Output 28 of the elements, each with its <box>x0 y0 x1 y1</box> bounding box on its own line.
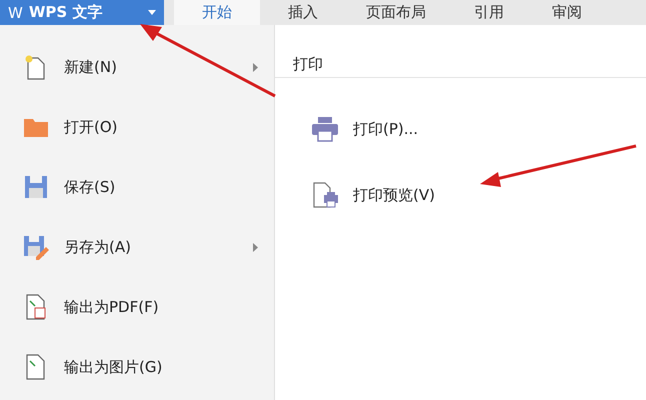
print-preview-icon <box>311 181 339 209</box>
submenu-item[interactable]: 打印(P)... <box>275 96 646 162</box>
menu-item-label: 另存为(A) <box>64 238 132 256</box>
ribbon-tab[interactable]: 开始 <box>174 0 260 25</box>
menu-item-label: 打开(O) <box>64 118 119 136</box>
submenu-arrow-icon <box>253 242 258 252</box>
menu-item-label: 输出为PDF(F) <box>64 298 160 316</box>
menu-item[interactable]: 另存为(A) <box>0 217 274 277</box>
printer-icon <box>311 116 339 142</box>
save-icon <box>22 173 50 201</box>
menu-item[interactable]: 保存(S) <box>0 157 274 217</box>
submenu-title: 打印 <box>292 55 324 75</box>
menu-item-label: 保存(S) <box>64 178 116 196</box>
menu-item[interactable]: 新建(N) <box>0 37 274 97</box>
menu-item-label: 新建(N) <box>64 58 118 76</box>
ribbon-tab[interactable]: 插入 <box>268 0 338 25</box>
menu-item[interactable]: 输出为PDF(F) <box>0 277 274 337</box>
caret-icon <box>148 10 156 15</box>
ribbon-tab[interactable]: 页面布局 <box>346 0 446 25</box>
menu-item-label: 输出为图片(G) <box>64 358 164 376</box>
submenu-item[interactable]: 打印预览(V) <box>275 162 646 228</box>
submenu-arrow-icon <box>253 62 258 72</box>
ribbon-tab[interactable]: 审阅 <box>532 0 602 25</box>
menu-item[interactable]: 输出为图片(G) <box>0 337 274 397</box>
ribbon-tab[interactable]: 引用 <box>454 0 524 25</box>
save-as-icon <box>22 233 50 261</box>
menu-item[interactable]: 打开(O) <box>0 97 274 157</box>
app-menu-button[interactable]: W WPS 文字 <box>0 0 164 25</box>
